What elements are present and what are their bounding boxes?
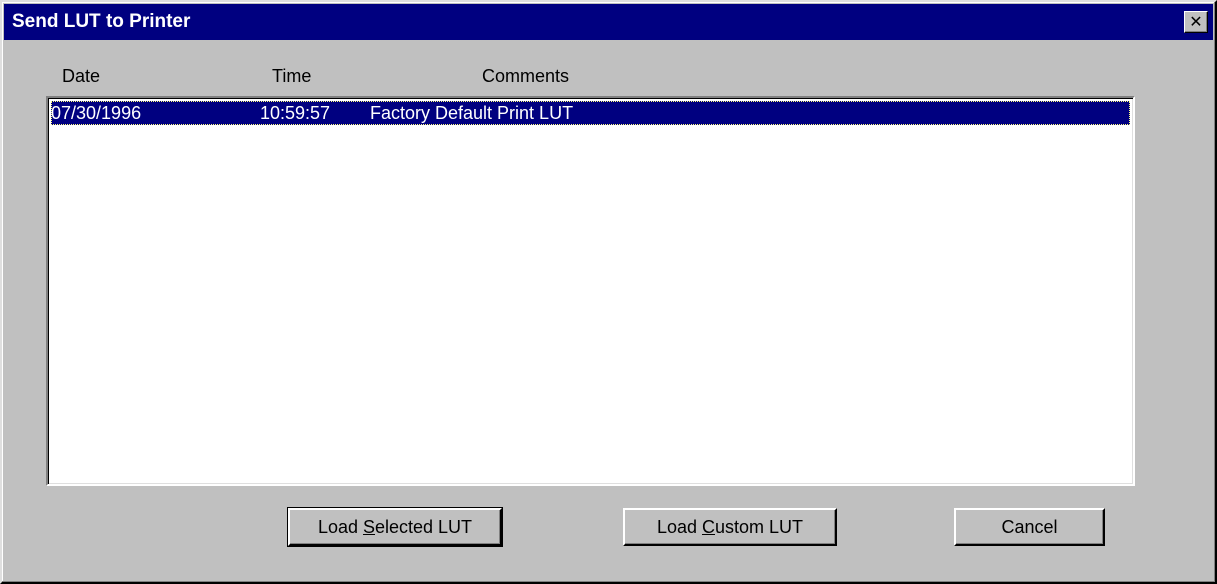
- lut-list[interactable]: 07/30/1996 10:59:57 Factory Default Prin…: [46, 96, 1135, 486]
- window-title: Send LUT to Printer: [12, 11, 191, 32]
- column-header-date: Date: [62, 66, 101, 86]
- column-header-comments: Comments: [482, 66, 570, 86]
- load-custom-lut-button[interactable]: Load Custom LUT: [623, 508, 837, 546]
- close-icon: ✕: [1189, 12, 1203, 31]
- title-bar[interactable]: Send LUT to Printer ✕: [4, 4, 1213, 40]
- row-date: 07/30/1996: [51, 103, 142, 123]
- cancel-button[interactable]: Cancel: [954, 508, 1105, 546]
- row-comments: Factory Default Print LUT: [370, 103, 574, 123]
- dialog-window: Send LUT to Printer ✕ Date Time Comments…: [0, 0, 1217, 584]
- column-header-time: Time: [272, 66, 312, 86]
- row-time: 10:59:57: [260, 103, 331, 123]
- list-item-selected[interactable]: 07/30/1996 10:59:57 Factory Default Prin…: [51, 101, 1130, 125]
- load-selected-label: Load Selected LUT: [317, 516, 473, 537]
- load-selected-lut-button[interactable]: Load Selected LUT: [287, 507, 503, 547]
- close-button[interactable]: ✕: [1184, 11, 1208, 33]
- cancel-label: Cancel: [1001, 516, 1058, 537]
- load-custom-label: Load Custom LUT: [656, 516, 804, 537]
